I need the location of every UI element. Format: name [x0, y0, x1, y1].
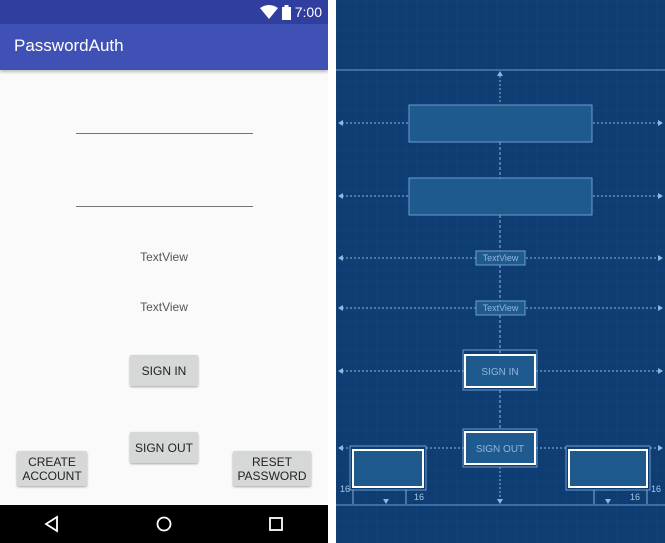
app-title: PasswordAuth	[14, 36, 124, 55]
bp-email-field[interactable]	[408, 104, 593, 143]
bp-text-view-1-label: TextView	[483, 253, 519, 263]
blueprint-canvas: TextView TextView SIGN IN SIGN OUT 16 16…	[336, 0, 665, 543]
device-preview: 7:00 PasswordAuth TextView TextView SIGN…	[0, 0, 328, 543]
sign-in-label: SIGN IN	[141, 363, 187, 378]
email-field[interactable]	[76, 133, 253, 134]
create-account-label: CREATE ACCOUNT	[22, 454, 82, 483]
reset-password-button[interactable]: RESET PASSWORD	[233, 451, 311, 486]
bp-margin-left: 16	[340, 484, 350, 494]
status-bar: 7:00	[0, 0, 328, 24]
bp-password-field[interactable]	[408, 177, 593, 216]
navigation-bar	[0, 505, 328, 543]
home-icon[interactable]	[154, 514, 174, 534]
create-account-button[interactable]: CREATE ACCOUNT	[17, 451, 87, 486]
panel-divider	[328, 0, 336, 543]
bp-sign-in-label: SIGN IN	[481, 367, 518, 378]
sign-out-label: SIGN OUT	[134, 440, 193, 455]
sign-in-button[interactable]: SIGN IN	[130, 355, 198, 386]
bp-margin-bottom-left: 16	[414, 492, 424, 502]
password-field[interactable]	[76, 206, 253, 207]
wifi-icon	[259, 5, 278, 19]
app-bar: PasswordAuth	[0, 24, 328, 70]
bp-reset-password-button[interactable]	[568, 449, 648, 488]
battery-icon	[281, 4, 291, 20]
back-icon[interactable]	[42, 514, 62, 534]
bp-create-account-button[interactable]	[352, 449, 424, 488]
bp-sign-out-label: SIGN OUT	[476, 444, 524, 455]
sign-out-button[interactable]: SIGN OUT	[130, 432, 198, 463]
recents-icon[interactable]	[266, 514, 286, 534]
text-view-2: TextView	[140, 300, 188, 314]
reset-password-label: RESET PASSWORD	[237, 454, 307, 483]
status-time: 7:00	[294, 4, 322, 20]
bp-margin-bottom-right: 16	[630, 492, 640, 502]
text-view-1: TextView	[140, 250, 188, 264]
bp-margin-right: 16	[651, 484, 661, 494]
blueprint-view: TextView TextView SIGN IN SIGN OUT 16 16…	[336, 0, 665, 543]
bp-text-view-2-label: TextView	[483, 303, 519, 313]
